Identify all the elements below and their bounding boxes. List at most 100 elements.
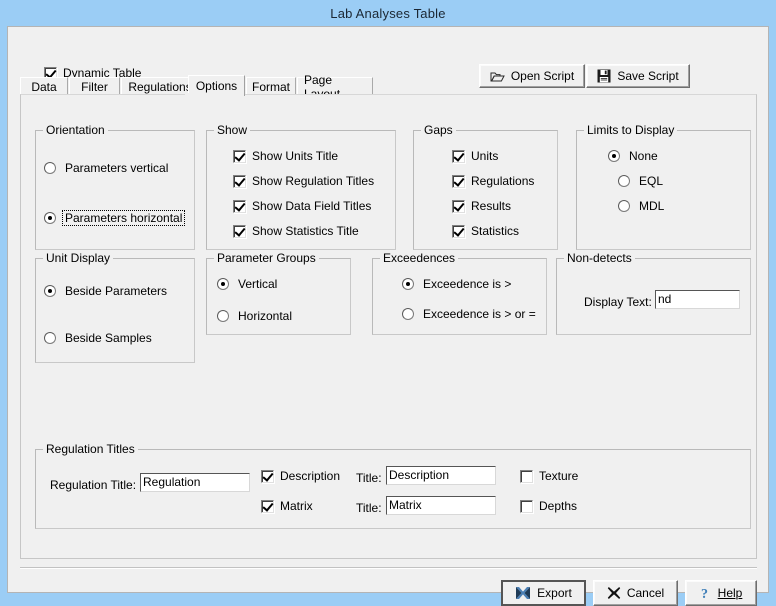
group-unit-display: Unit Display Beside Parameters Beside Sa… — [35, 252, 195, 363]
radio-exceedence-greater[interactable]: Exceedence is > — [402, 277, 513, 291]
description-title-input[interactable]: Description — [386, 466, 496, 485]
help-label: Help — [717, 586, 743, 600]
group-gaps-title: Gaps — [421, 124, 456, 136]
radio-limits-none-label: None — [629, 149, 658, 163]
group-regulation-titles: Regulation Titles Regulation Title: Regu… — [35, 443, 751, 529]
group-orientation: Orientation Parameters vertical Paramete… — [35, 124, 195, 250]
export-label: Export — [537, 586, 572, 600]
radio-beside-parameters[interactable]: Beside Parameters — [44, 284, 169, 298]
radio-exceedence-greater-or-equal-label: Exceedence is > or = — [423, 307, 536, 321]
radio-circle — [618, 175, 630, 187]
application-window: Lab Analyses Table Dynamic Table Open Sc… — [0, 0, 776, 606]
checkbox-box — [261, 470, 274, 483]
checkbox-box — [520, 470, 533, 483]
group-non-detects: Non-detects Display Text: nd — [556, 252, 751, 335]
radio-beside-samples[interactable]: Beside Samples — [44, 331, 154, 345]
radio-parameter-groups-horizontal-label: Horizontal — [238, 309, 293, 323]
checkbox-depths-label: Depths — [539, 499, 578, 513]
checkbox-gaps-units[interactable]: Units — [452, 150, 498, 163]
radio-circle — [608, 150, 620, 162]
radio-exceedence-greater-label: Exceedence is > — [423, 277, 512, 291]
radio-beside-parameters-label: Beside Parameters — [65, 284, 168, 298]
radio-circle — [402, 308, 414, 320]
radio-limits-mdl[interactable]: MDL — [618, 199, 666, 213]
footer-separator — [20, 567, 757, 569]
tab-filter[interactable]: Filter — [69, 77, 120, 95]
checkbox-matrix-label: Matrix — [280, 499, 313, 513]
cancel-button[interactable]: Cancel — [593, 580, 678, 606]
group-parameter-groups-title: Parameter Groups — [214, 252, 319, 264]
regulation-title-input[interactable]: Regulation — [140, 473, 250, 492]
dialog-client-area: Dynamic Table Open Script Save Script Da… — [7, 26, 769, 606]
svg-text:?: ? — [701, 587, 708, 600]
checkbox-show-units-title-label: Show Units Title — [252, 149, 339, 163]
group-show-title: Show — [214, 124, 251, 136]
group-limits-to-display-title: Limits to Display — [584, 124, 678, 136]
checkbox-box — [233, 200, 246, 213]
checkbox-gaps-statistics[interactable]: Statistics — [452, 225, 519, 238]
group-parameter-groups: Parameter Groups Vertical Horizontal — [206, 252, 351, 335]
checkbox-gaps-results[interactable]: Results — [452, 200, 511, 213]
radio-parameter-groups-vertical[interactable]: Vertical — [217, 277, 279, 291]
radio-exceedence-greater-or-equal[interactable]: Exceedence is > or = — [402, 307, 538, 321]
radio-limits-none[interactable]: None — [608, 149, 660, 163]
group-exceedences-title: Exceedences — [380, 252, 459, 264]
checkbox-box — [520, 500, 533, 513]
radio-limits-eql-label: EQL — [639, 174, 664, 188]
checkbox-show-statistics-title[interactable]: Show Statistics Title — [233, 225, 359, 238]
x-mark-icon — [607, 586, 621, 600]
radio-circle — [44, 332, 56, 344]
cancel-label: Cancel — [626, 586, 665, 600]
checkbox-description-label: Description — [280, 469, 341, 483]
checkbox-texture-label: Texture — [539, 469, 579, 483]
group-unit-display-title: Unit Display — [43, 252, 114, 264]
radio-parameter-groups-horizontal[interactable]: Horizontal — [217, 309, 294, 323]
group-show: Show Show Units Title Show Regulation Ti… — [206, 124, 396, 250]
checkbox-show-data-field-titles[interactable]: Show Data Field Titles — [233, 200, 371, 213]
checkbox-box — [452, 200, 465, 213]
checkbox-box — [233, 150, 246, 163]
checkbox-box — [233, 175, 246, 188]
radio-limits-mdl-label: MDL — [639, 199, 665, 213]
tab-format[interactable]: Format — [246, 77, 296, 95]
checkbox-gaps-units-label: Units — [471, 149, 499, 163]
tab-data[interactable]: Data — [20, 77, 68, 95]
radio-parameters-vertical-label: Parameters vertical — [65, 161, 169, 175]
checkbox-matrix[interactable]: Matrix — [261, 500, 313, 513]
checkbox-gaps-regulations[interactable]: Regulations — [452, 175, 534, 188]
radio-circle — [44, 162, 56, 174]
checkbox-show-statistics-title-label: Show Statistics Title — [252, 224, 359, 238]
checkbox-gaps-regulations-label: Regulations — [471, 174, 535, 188]
tab-strip: Data Filter Regulations Options Format P… — [20, 73, 757, 101]
checkbox-depths[interactable]: Depths — [520, 500, 577, 513]
non-detects-display-text-input[interactable]: nd — [655, 290, 740, 309]
regulation-title-label: Regulation Title: — [50, 478, 137, 492]
checkbox-show-units-title[interactable]: Show Units Title — [233, 150, 338, 163]
export-button[interactable]: Export — [501, 580, 586, 606]
matrix-title-input[interactable]: Matrix — [386, 496, 496, 515]
help-button[interactable]: ? Help — [685, 580, 757, 606]
radio-limits-eql[interactable]: EQL — [618, 174, 665, 188]
non-detects-display-text-label: Display Text: — [584, 295, 652, 309]
excel-x-icon — [515, 586, 531, 600]
radio-parameters-horizontal-label: Parameters horizontal — [61, 210, 186, 226]
radio-circle — [618, 200, 630, 212]
checkbox-texture[interactable]: Texture — [520, 470, 578, 483]
tab-page-layout[interactable]: Page Layout — [297, 73, 373, 101]
title-bar: Lab Analyses Table — [0, 0, 776, 26]
checkbox-show-regulation-titles[interactable]: Show Regulation Titles — [233, 175, 374, 188]
radio-parameters-vertical[interactable]: Parameters vertical — [44, 161, 170, 175]
group-regulation-titles-title: Regulation Titles — [43, 443, 138, 455]
checkbox-description[interactable]: Description — [261, 470, 340, 483]
window-title: Lab Analyses Table — [330, 5, 446, 21]
description-title-label: Title: — [356, 471, 382, 485]
radio-parameters-horizontal[interactable]: Parameters horizontal — [44, 210, 186, 226]
checkbox-box — [452, 150, 465, 163]
radio-circle — [44, 285, 56, 297]
question-mark-icon: ? — [700, 586, 712, 600]
checkbox-box — [233, 225, 246, 238]
group-non-detects-title: Non-detects — [564, 252, 635, 264]
checkbox-box — [452, 225, 465, 238]
radio-circle — [402, 278, 414, 290]
group-orientation-title: Orientation — [43, 124, 108, 136]
